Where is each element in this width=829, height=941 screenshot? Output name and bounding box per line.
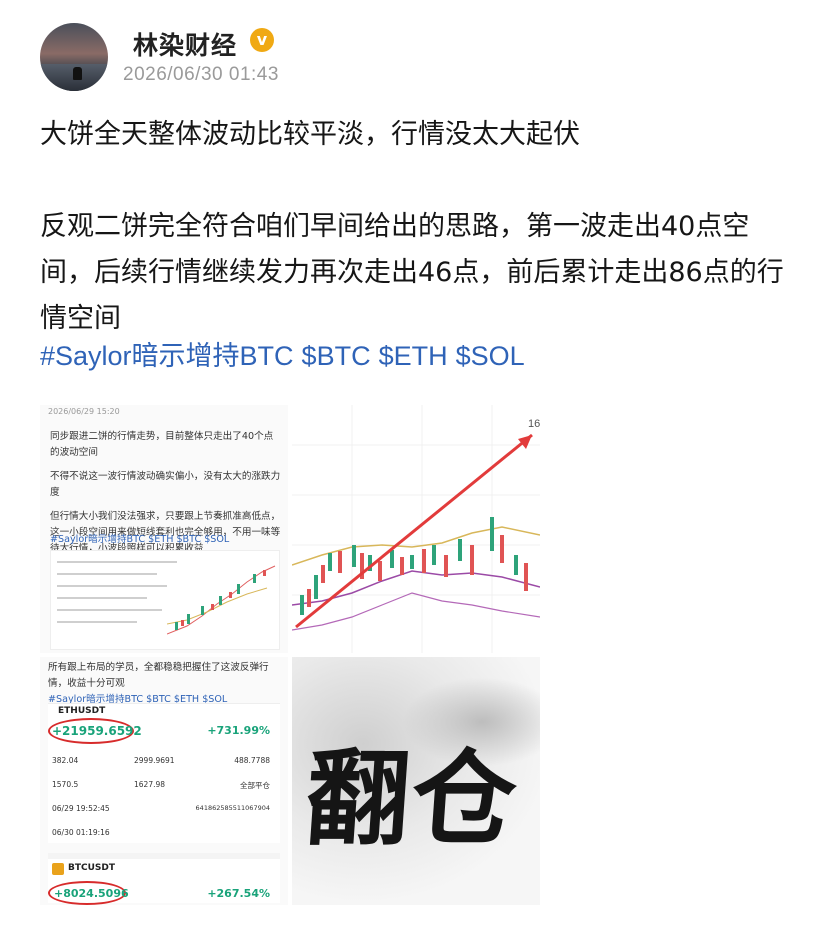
profit-caption-text: 所有跟上布局的学员，全都稳稳把握住了这波反弹行情，收益十分可观 [48,662,269,689]
post-paragraph-2: 反观二饼完全符合咱们早间给出的思路，第一波走出40点空间，后续行情继续发力再次走… [40,211,784,334]
mini-post-timestamp: 2026/06/29 15:20 [48,407,120,416]
verified-badge-icon: v [250,28,274,52]
avatar[interactable] [40,23,108,91]
post-body: 大饼全天整体波动比较平淡，行情没太大起伏 反观二饼完全符合咱们早间给出的思路，第… [40,112,800,342]
mini-line-2: 不得不说这一波行情波动确实偏小，没有太大的涨跌力度 [50,471,281,498]
image-tile-price-chart[interactable]: 16 [292,405,540,653]
eth-value-4: 1570.5 [52,780,79,789]
post-paragraph-1: 大饼全天整体波动比较平淡，行情没太大起伏 [40,119,580,150]
avatar-figure [73,67,82,80]
btc-pnl: +8024.5096 [54,887,129,900]
post-timestamp: 2026/06/30 01:43 [123,64,279,85]
profit-caption: 所有跟上布局的学员，全都稳稳把握住了这波反弹行情，收益十分可观 #Saylor暗… [48,660,284,708]
eth-value-3: 488.7788 [234,756,270,765]
price-axis-label: 16 [528,418,540,430]
eth-symbol: ETHUSDT [58,706,106,716]
image-tile-earlier-post[interactable]: 2026/06/29 15:20 同步跟进二饼的行情走势，目前整体只走出了40个… [40,405,288,653]
image-grid: 2026/06/29 15:20 同步跟进二饼的行情走势，目前整体只走出了40个… [40,405,540,905]
image-tile-calligraphy[interactable]: 翻仓 [292,657,540,905]
cashtag-eth[interactable]: $ETH [379,341,448,371]
hashtag-row: #Saylor暗示增持BTC $BTC $ETH $SOL [40,333,533,379]
mini-screenshot [50,550,280,650]
mini-chart [167,565,276,635]
eth-position-card: ETHUSDT +21959.6592 +731.99% 382.04 2999… [48,703,280,843]
cashtag-btc[interactable]: $BTC [302,341,371,371]
eth-value-8: 641862585511067904 [195,804,270,812]
mini-post-tags: #Saylor暗示增持BTC $ETH $BTC $SOL [50,534,230,545]
btc-return-pct: +267.54% [207,887,270,900]
image-tile-profit-screenshot[interactable]: 所有跟上布局的学员，全都稳稳把握住了这波反弹行情，收益十分可观 #Saylor暗… [40,657,288,905]
hashtag-saylor[interactable]: #Saylor暗示增持BTC [40,341,294,371]
calligraphy-text: 翻仓 [301,737,523,860]
btc-coin-icon [52,863,64,875]
btc-position-card: BTCUSDT +8024.5096 +267.54% [48,853,280,905]
eth-value-7: 06/29 19:52:45 [52,804,110,813]
eth-return-pct: +731.99% [207,724,270,737]
post-header: 林染财经 v 2026/06/30 01:43 [40,18,800,98]
eth-pnl: +21959.6592 [52,724,142,738]
btc-symbol: BTCUSDT [68,863,116,873]
mini-line-1: 同步跟进二饼的行情走势，目前整体只走出了40个点的波动空间 [50,431,274,458]
eth-value-2: 2999.9691 [134,756,175,765]
eth-value-6: 全部平仓 [240,781,270,790]
candlestick-chart: 16 [292,405,540,653]
cashtag-sol[interactable]: $SOL [456,341,525,371]
eth-value-5: 1627.98 [134,780,166,789]
eth-value-1: 382.04 [52,756,79,765]
eth-value-9: 06/30 01:19:16 [52,828,110,837]
author-name[interactable]: 林染财经 [133,26,237,62]
